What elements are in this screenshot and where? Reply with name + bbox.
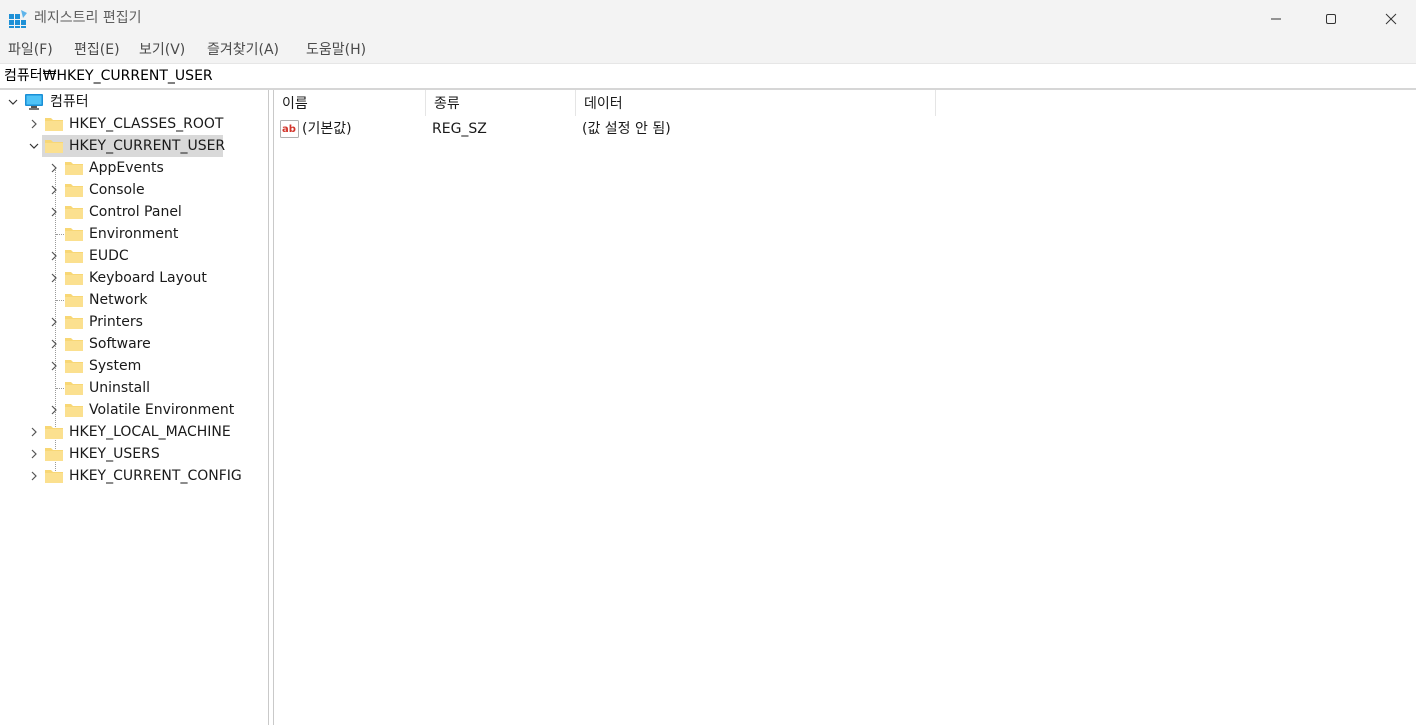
string-value-icon: ab [280,120,299,138]
column-header-type[interactable]: 종류 [426,90,576,116]
folder-icon [65,162,83,175]
computer-icon [25,94,43,110]
chevron-right-icon[interactable] [28,426,40,438]
tree-item-label: System [89,358,142,374]
tree-connector [56,388,64,389]
chevron-right-icon[interactable] [48,404,60,416]
svg-text:ab: ab [282,124,296,135]
tree-pane[interactable]: 컴퓨터 HKEY_CLASSES_ROOT HKEY_CURRENT_USER … [0,90,268,725]
menu-bar: 파일(F) 편집(E) 보기(V) 즐겨찾기(A) 도움말(H) [0,37,1416,63]
tree-item-label: Uninstall [89,380,151,396]
chevron-right-icon[interactable] [28,470,40,482]
value-list-pane[interactable]: 이름 종류 데이터 ab (기본값) REG_SZ (값 설정 안 됨) [274,90,1416,725]
folder-icon [65,294,83,307]
chevron-right-icon[interactable] [48,184,60,196]
folder-icon [65,184,83,197]
chevron-down-icon[interactable] [7,96,19,108]
folder-icon [65,338,83,351]
address-path[interactable]: 컴퓨터₩HKEY_CURRENT_USER [4,67,213,85]
folder-icon [65,382,83,395]
tree-item-label: Network [89,292,148,308]
folder-icon [65,250,83,263]
tree-item-label: HKEY_CURRENT_CONFIG [69,468,242,484]
value-name: (기본값) [302,121,352,137]
tree-item-label: Software [89,336,151,352]
tree-connector [56,234,64,235]
chevron-right-icon[interactable] [48,338,60,350]
value-type: REG_SZ [432,121,487,137]
value-data: (값 설정 안 됨) [582,121,671,137]
close-icon [1385,13,1397,24]
menu-file[interactable]: 파일(F) [8,41,53,59]
menu-help[interactable]: 도움말(H) [306,41,366,59]
folder-icon [45,470,63,483]
tree-item-label: Volatile Environment [89,402,235,418]
chevron-right-icon[interactable] [48,162,60,174]
folder-icon [65,228,83,241]
chevron-right-icon[interactable] [28,118,40,130]
tree-item-label: Keyboard Layout [89,270,207,286]
tree-item-label: AppEvents [89,160,164,176]
minimize-button[interactable] [1253,0,1299,37]
chevron-right-icon[interactable] [48,206,60,218]
folder-open-icon [45,140,63,153]
folder-icon [65,404,83,417]
table-row[interactable]: ab (기본값) REG_SZ (값 설정 안 됨) [274,118,936,140]
title-bar: 레지스트리 편집기 [0,0,1416,37]
maximize-icon [1326,13,1336,24]
menu-edit[interactable]: 편집(E) [74,41,120,59]
tree-item-label: Environment [89,226,179,242]
chevron-right-icon[interactable] [48,316,60,328]
chevron-right-icon[interactable] [48,272,60,284]
tree-item-label: Control Panel [89,204,182,220]
menu-favorites[interactable]: 즐겨찾기(A) [207,41,279,59]
tree-item-label: HKEY_LOCAL_MACHINE [69,424,231,440]
tree-item-label: EUDC [89,248,129,264]
folder-icon [65,316,83,329]
tree-item-label: HKEY_CLASSES_ROOT [69,116,224,132]
folder-icon [65,206,83,219]
registry-editor-icon [9,10,27,28]
tree-item-label: Console [89,182,145,198]
folder-icon [45,448,63,461]
folder-icon [45,118,63,131]
folder-icon [65,272,83,285]
folder-icon [65,360,83,373]
chevron-right-icon[interactable] [48,360,60,372]
chevron-down-icon[interactable] [28,140,40,152]
menu-view[interactable]: 보기(V) [139,41,185,59]
chevron-right-icon[interactable] [28,448,40,460]
column-header-data[interactable]: 데이터 [576,90,936,116]
address-bar[interactable]: 컴퓨터₩HKEY_CURRENT_USER [0,63,1416,90]
column-header-name[interactable]: 이름 [274,90,426,116]
tree-item-label: HKEY_USERS [69,446,160,462]
folder-icon [45,426,63,439]
tree-item-label: HKEY_CURRENT_USER [69,138,226,154]
tree-item-label: 컴퓨터 [50,94,89,110]
window-title: 레지스트리 편집기 [34,10,142,26]
maximize-button[interactable] [1308,0,1354,37]
minimize-icon [1271,18,1281,19]
chevron-right-icon[interactable] [48,250,60,262]
tree-item-label: Printers [89,314,143,330]
tree-connector [56,300,64,301]
close-button[interactable] [1368,0,1414,37]
